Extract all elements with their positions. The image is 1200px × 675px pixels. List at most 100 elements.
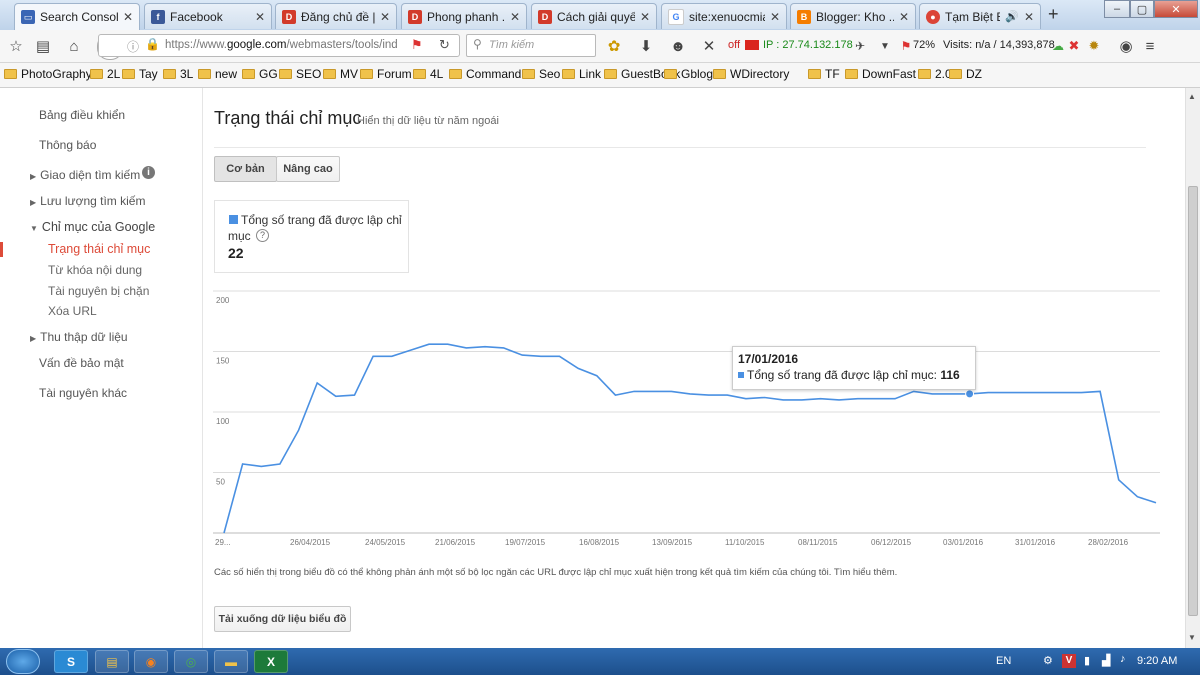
sidebar-item-google-index[interactable]: ▼ Chỉ mục của Google bbox=[30, 220, 155, 234]
tab-search-console[interactable]: ▭ Search Consol... ✕ bbox=[14, 3, 140, 30]
tab-basic[interactable]: Cơ bản bbox=[214, 156, 277, 182]
sidebar-item-blocked-resources[interactable]: Tài nguyên bị chặn bbox=[48, 284, 149, 298]
volume-icon[interactable]: ♪ bbox=[1120, 653, 1126, 665]
x-icon[interactable]: ✕ bbox=[699, 36, 719, 56]
bookmark-label: MV bbox=[340, 67, 358, 81]
sidebar-item-index-status[interactable]: Trạng thái chỉ mục bbox=[48, 242, 150, 256]
info-icon[interactable]: i bbox=[142, 166, 155, 179]
ghost-icon[interactable]: ◉ bbox=[1116, 36, 1136, 56]
scroll-down-arrow-icon[interactable]: ▼ bbox=[1188, 633, 1196, 642]
chat-icon[interactable]: ☻ bbox=[668, 36, 688, 56]
tab-chrome[interactable]: ● Tạm Biệt B... 🔊 ✕ bbox=[919, 3, 1041, 29]
scroll-up-arrow-icon[interactable]: ▲ bbox=[1188, 92, 1196, 101]
bookmark-wdirectory[interactable]: WDirectory bbox=[713, 67, 789, 81]
bookmark-3l[interactable]: 3L bbox=[163, 67, 193, 81]
bookmark-label: TF bbox=[825, 67, 840, 81]
download-chart-data-button[interactable]: Tải xuống dữ liệu biểu đồ bbox=[214, 606, 351, 632]
address-bar[interactable]: ⓘ 🔒 https://www.google.com/webmasters/to… bbox=[98, 34, 460, 57]
bookmark-seo[interactable]: SEO bbox=[279, 67, 321, 81]
language-indicator[interactable]: EN bbox=[996, 655, 1011, 667]
vertical-scrollbar[interactable]: ▲ ▼ bbox=[1185, 88, 1200, 648]
sidebar-item-label: Chỉ mục của Google bbox=[41, 220, 156, 234]
info-icon[interactable]: ⓘ bbox=[127, 38, 139, 55]
speaker-icon[interactable]: 🔊 bbox=[1005, 10, 1019, 23]
folder-icon bbox=[918, 69, 931, 79]
menu-icon[interactable]: ≡ bbox=[1140, 36, 1160, 56]
tab-forum-3[interactable]: D Cách giải quyế... ✕ bbox=[531, 3, 657, 29]
close-icon[interactable]: ✕ bbox=[1024, 10, 1034, 24]
bookmark-forum[interactable]: Forum bbox=[360, 67, 412, 81]
bookmark-2l[interactable]: 2L bbox=[90, 67, 120, 81]
explorer-icon[interactable]: ▤ bbox=[95, 650, 129, 673]
sidebar-item-messages[interactable]: Thông báo bbox=[39, 138, 96, 152]
sidebar-item-content-keywords[interactable]: Từ khóa nội dung bbox=[48, 263, 142, 277]
new-tab-button[interactable]: + bbox=[1048, 4, 1059, 25]
vietkey-icon[interactable]: V bbox=[1062, 654, 1076, 668]
tab-advanced[interactable]: Nâng cao bbox=[276, 156, 340, 182]
tray-icon[interactable]: ⚙ bbox=[1043, 654, 1053, 667]
network-icon[interactable]: ▮ bbox=[1084, 654, 1090, 667]
flag-icon[interactable]: ⚑ bbox=[411, 37, 423, 53]
bookmark-tf[interactable]: TF bbox=[808, 67, 840, 81]
bookmark-4l[interactable]: 4L bbox=[413, 67, 443, 81]
signal-icon[interactable]: ▟ bbox=[1102, 654, 1110, 667]
gear-icon[interactable]: ✹ bbox=[1084, 36, 1104, 56]
bookmark-tay[interactable]: Tay bbox=[122, 67, 158, 81]
close-icon[interactable]: ✕ bbox=[510, 10, 520, 24]
bookmark-photography[interactable]: PhotoGraphy bbox=[4, 67, 92, 81]
bookmark-link[interactable]: Link bbox=[562, 67, 601, 81]
tab-title: Cách giải quyế... bbox=[557, 9, 635, 24]
bookmark-downfast[interactable]: DownFast bbox=[845, 67, 916, 81]
excel-icon[interactable]: X bbox=[254, 650, 288, 673]
home-icon[interactable]: ⌂ bbox=[64, 36, 84, 56]
help-icon[interactable]: ? bbox=[256, 229, 269, 242]
star-icon[interactable]: ☆ bbox=[6, 36, 26, 56]
x-tick-label: 29... bbox=[215, 538, 231, 547]
bookmark-seo[interactable]: Seo bbox=[522, 67, 560, 81]
reading-list-icon[interactable]: ▤ bbox=[33, 36, 53, 56]
firefox-icon[interactable]: ◉ bbox=[134, 650, 168, 673]
sidebar-item-other-resources[interactable]: Tài nguyên khác bbox=[39, 386, 127, 400]
sidebar-item-dashboard[interactable]: Bảng điều khiển bbox=[39, 108, 125, 122]
maximize-button[interactable]: ▢ bbox=[1130, 0, 1154, 18]
tab-forum-1[interactable]: D Đăng chủ đề | ... ✕ bbox=[275, 3, 397, 29]
bookmark-new[interactable]: new bbox=[198, 67, 237, 81]
close-icon[interactable]: ✕ bbox=[123, 10, 133, 24]
clock[interactable]: 9:20 AM bbox=[1137, 655, 1177, 667]
skype-icon[interactable]: S bbox=[54, 650, 88, 673]
close-icon[interactable]: ✕ bbox=[899, 10, 909, 24]
scrollbar-thumb[interactable] bbox=[1188, 186, 1198, 616]
reload-icon[interactable]: ↻ bbox=[439, 37, 450, 53]
cross-icon[interactable]: ✖ bbox=[1064, 36, 1084, 56]
bookmark-gg[interactable]: GG bbox=[242, 67, 278, 81]
start-button[interactable] bbox=[6, 649, 40, 674]
chevron-down-icon[interactable]: ▼ bbox=[875, 36, 895, 56]
bookmark-gblog[interactable]: Gblog bbox=[664, 67, 713, 81]
close-window-button[interactable]: ✕ bbox=[1154, 0, 1198, 18]
tab-blogger[interactable]: B Blogger: Kho ... ✕ bbox=[790, 3, 916, 29]
tab-facebook[interactable]: f Facebook ✕ bbox=[144, 3, 272, 29]
addon-icon[interactable]: ✿ bbox=[604, 36, 624, 56]
close-icon[interactable]: ✕ bbox=[640, 10, 650, 24]
folder-icon bbox=[4, 69, 17, 79]
chrome-icon[interactable]: ◎ bbox=[174, 650, 208, 673]
close-icon[interactable]: ✕ bbox=[380, 10, 390, 24]
sidebar-item-remove-urls[interactable]: Xóa URL bbox=[48, 304, 97, 318]
folder-icon[interactable]: ▬ bbox=[214, 650, 248, 673]
minimize-button[interactable]: – bbox=[1104, 0, 1130, 18]
sidebar-item-crawl[interactable]: ▶ Thu thập dữ liệu bbox=[30, 330, 128, 344]
tab-google-search[interactable]: G site:xenuocmia... ✕ bbox=[661, 3, 787, 29]
search-box[interactable]: ⚲ Tìm kiếm bbox=[466, 34, 596, 57]
tab-forum-2[interactable]: D Phong phanh ... ✕ bbox=[401, 3, 527, 29]
bird-icon[interactable]: ✈ bbox=[850, 36, 870, 56]
bookmark-mv[interactable]: MV bbox=[323, 67, 358, 81]
bookmark-dz[interactable]: DZ bbox=[949, 67, 982, 81]
bookmark-command[interactable]: Command bbox=[449, 67, 521, 81]
download-icon[interactable]: ⬇ bbox=[636, 36, 656, 56]
sidebar-item-search-traffic[interactable]: ▶ Lưu lượng tìm kiếm bbox=[30, 194, 145, 208]
sidebar-item-security-issues[interactable]: Vấn đề bảo mật bbox=[39, 356, 124, 370]
bookmark-2-0[interactable]: 2.0 bbox=[918, 67, 952, 81]
close-icon[interactable]: ✕ bbox=[770, 10, 780, 24]
sidebar-item-search-appearance[interactable]: ▶ Giao diện tìm kiếm bbox=[30, 168, 140, 182]
close-icon[interactable]: ✕ bbox=[255, 10, 265, 24]
